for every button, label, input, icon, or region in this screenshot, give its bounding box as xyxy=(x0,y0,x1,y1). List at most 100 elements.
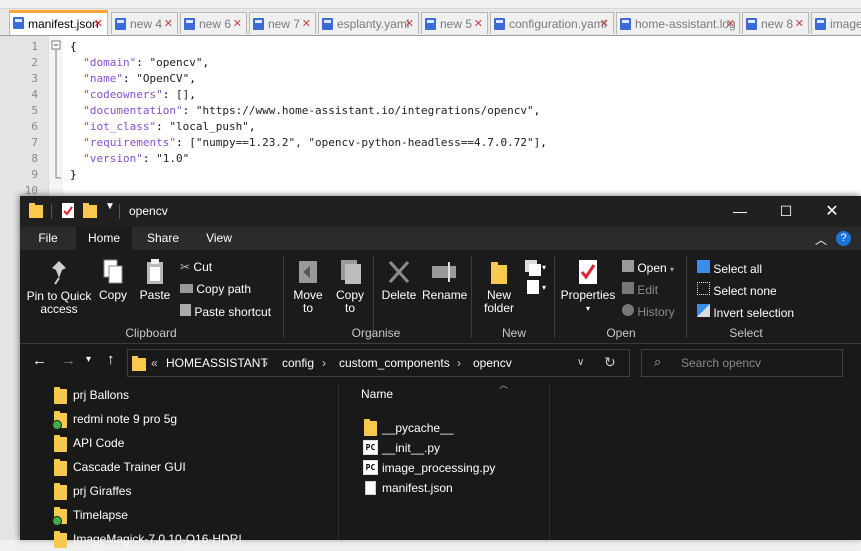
new-item-icon[interactable]: ▾▾ xyxy=(523,258,549,298)
code-line: "documentation": "https://www.home-assis… xyxy=(83,104,541,117)
breadcrumb-homeassistant[interactable]: HOMEASSISTANT xyxy=(166,356,268,370)
tab-share[interactable]: Share xyxy=(132,227,194,250)
line-number: 9 xyxy=(31,168,38,181)
search-input[interactable]: ⌕ Search opencv xyxy=(641,349,843,377)
paste-shortcut-button[interactable]: Paste shortcut xyxy=(180,304,271,319)
back-arrow-icon[interactable]: ← xyxy=(32,352,47,369)
select-none-button[interactable]: Select none xyxy=(697,282,777,298)
nav-item-label: redmi note 9 pro 5g xyxy=(73,412,178,426)
breadcrumb-config[interactable]: config xyxy=(282,356,314,370)
invert-selection-label: Invert selection xyxy=(713,306,795,320)
tab-configuration-yaml[interactable]: configuration.yaml ✕ xyxy=(490,12,614,34)
move-to-icon xyxy=(299,261,317,283)
open-button[interactable]: Open ▾ xyxy=(622,260,674,275)
close-icon[interactable]: ✕ xyxy=(94,13,103,35)
python-file-icon: PC xyxy=(363,440,378,455)
collapse-ribbon-icon[interactable]: ︿ xyxy=(815,231,827,248)
file-icon xyxy=(425,18,436,30)
copy-to-button[interactable]: Copy to xyxy=(330,258,370,315)
file-icon xyxy=(115,18,126,30)
tab-new-8[interactable]: new 8 ✕ xyxy=(742,12,809,34)
refresh-icon[interactable]: ↻ xyxy=(604,354,616,371)
group-label-organise: Organise xyxy=(351,326,401,340)
minimize-button[interactable]: — xyxy=(717,196,763,227)
tab-esplanty-yaml[interactable]: esplanty.yaml ✕ xyxy=(318,12,419,34)
address-dropdown-icon[interactable]: ∨ xyxy=(577,357,584,368)
tab-label: esplanty.yaml xyxy=(337,17,410,31)
tab-image[interactable]: image_ xyxy=(811,12,861,34)
json-file-icon xyxy=(365,481,376,495)
folder-icon xyxy=(132,356,146,371)
close-icon[interactable]: ✕ xyxy=(302,13,311,34)
tab-label: new 8 xyxy=(761,17,794,31)
recent-locations-icon[interactable]: ▾ xyxy=(86,354,91,365)
line-number: 8 xyxy=(31,152,38,165)
file-icon xyxy=(620,18,631,30)
sort-indicator-icon: ︿ xyxy=(499,380,509,390)
tab-new-6[interactable]: new 6 ✕ xyxy=(180,12,247,34)
fold-marker-icon[interactable] xyxy=(49,36,63,186)
pin-to-quick-access-button[interactable]: Pin to Quick access xyxy=(24,258,94,316)
tab-file[interactable]: File xyxy=(20,227,76,250)
svg-text:▾: ▾ xyxy=(542,283,546,292)
tab-new-7[interactable]: new 7 ✕ xyxy=(249,12,316,34)
rename-icon xyxy=(432,262,456,282)
close-icon[interactable]: ✕ xyxy=(795,13,804,34)
cut-button[interactable]: ✂ Cut xyxy=(180,260,212,274)
breadcrumb-opencv[interactable]: opencv xyxy=(473,356,512,370)
chevron-right-icon: › xyxy=(264,356,268,370)
close-button[interactable]: ✕ xyxy=(809,196,855,227)
customize-toolbar-icon[interactable]: ▼ xyxy=(105,201,115,212)
cut-label: Cut xyxy=(193,260,213,274)
copy-path-label: Copy path xyxy=(196,282,252,296)
delete-button[interactable]: Delete xyxy=(378,258,420,302)
close-icon[interactable]: ✕ xyxy=(233,13,242,34)
paste-label: Paste xyxy=(139,288,171,302)
navigation-bar: ← → ▾ ↑ « HOMEASSISTANT › config › custo… xyxy=(20,344,861,382)
rename-button[interactable]: Rename xyxy=(422,258,467,302)
maximize-button[interactable]: ☐ xyxy=(763,196,809,227)
column-header-name[interactable]: Name xyxy=(361,387,393,401)
ribbon-tab-bar: File Home Share View ︿ ? xyxy=(20,227,861,250)
paste-button[interactable]: Paste xyxy=(135,258,175,302)
nav-item-label: prj Ballons xyxy=(73,388,130,402)
code-line: } xyxy=(70,168,77,181)
line-number: 2 xyxy=(31,56,38,69)
tab-view[interactable]: View xyxy=(194,227,244,250)
edit-button[interactable]: Edit xyxy=(622,282,658,297)
select-all-button[interactable]: Select all xyxy=(697,260,762,276)
properties-check-icon[interactable] xyxy=(61,203,75,218)
help-icon[interactable]: ? xyxy=(836,231,851,246)
tab-new-5[interactable]: new 5 ✕ xyxy=(421,12,488,34)
new-folder-icon[interactable] xyxy=(83,203,97,218)
chevron-down-icon: ▾ xyxy=(585,304,590,313)
invert-selection-icon xyxy=(697,304,710,317)
forward-arrow-icon[interactable]: → xyxy=(61,352,76,369)
select-none-label: Select none xyxy=(713,284,777,298)
chevron-right-icon: › xyxy=(322,356,326,370)
history-button[interactable]: History xyxy=(622,304,675,319)
close-icon[interactable]: ✕ xyxy=(164,13,173,34)
edit-icon xyxy=(622,282,634,294)
tab-manifest-json[interactable]: manifest.json ✕ xyxy=(9,10,108,35)
move-to-button[interactable]: Move to xyxy=(288,258,328,315)
new-folder-button[interactable]: New folder xyxy=(476,258,522,315)
tab-new-4[interactable]: new 4 ✕ xyxy=(111,12,178,34)
close-icon[interactable]: ✕ xyxy=(474,13,483,34)
breadcrumb-custom-components[interactable]: custom_components xyxy=(339,356,450,370)
breadcrumb-overflow[interactable]: « xyxy=(151,356,158,370)
window-title: opencv xyxy=(129,204,168,218)
close-icon[interactable]: ✕ xyxy=(600,13,609,34)
tab-home[interactable]: Home xyxy=(76,227,132,250)
file-list: ︿ Name __pycache__ PC __init__.py PC ima… xyxy=(338,380,861,540)
copy-button[interactable]: Copy xyxy=(96,258,130,302)
ribbon-divider xyxy=(686,256,687,338)
up-arrow-icon[interactable]: ↑ xyxy=(107,351,115,368)
tab-home-assistant-log[interactable]: home-assistant.log ✕ xyxy=(616,12,740,34)
invert-selection-button[interactable]: Invert selection xyxy=(697,304,794,320)
close-icon[interactable]: ✕ xyxy=(726,13,735,34)
properties-button[interactable]: Properties ▾ xyxy=(560,258,616,315)
close-icon[interactable]: ✕ xyxy=(405,13,414,34)
address-bar[interactable]: « HOMEASSISTANT › config › custom_compon… xyxy=(127,349,630,377)
copy-path-button[interactable]: Copy path xyxy=(180,282,251,296)
